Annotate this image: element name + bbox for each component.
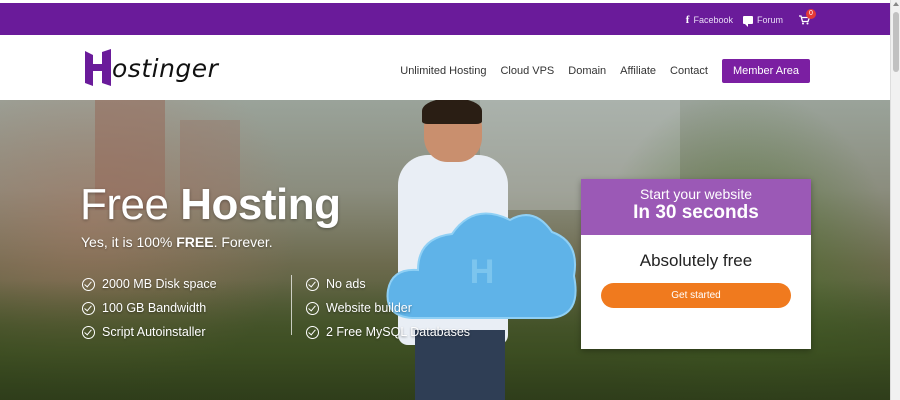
feature-label: No ads xyxy=(326,277,366,291)
signup-card: Start your website In 30 seconds Absolut… xyxy=(581,179,811,349)
feature-label: Script Autoinstaller xyxy=(102,325,206,339)
feature-item: Script Autoinstaller xyxy=(82,320,217,344)
hero-title-light: Free xyxy=(80,180,169,229)
feature-label: 2 Free MySQL Databases xyxy=(326,325,471,339)
facebook-icon: f xyxy=(685,14,690,26)
feature-label: 2000 MB Disk space xyxy=(102,277,217,291)
features-list-left: 2000 MB Disk space 100 GB Bandwidth Scri… xyxy=(82,272,217,344)
logo-text: ostinger xyxy=(112,53,219,83)
page-scrollbar[interactable] xyxy=(890,0,900,400)
feature-item: Website builder xyxy=(306,296,470,320)
nav-contact[interactable]: Contact xyxy=(670,65,708,77)
forum-link[interactable]: Forum xyxy=(742,15,783,27)
absolutely-free-label: Absolutely free xyxy=(639,251,753,270)
signup-card-header: Start your website In 30 seconds xyxy=(581,179,811,235)
hero-subtitle-pre: Yes, it is 100% xyxy=(81,234,177,250)
main-nav: Unlimited Hosting Cloud VPS Domain Affil… xyxy=(400,59,810,83)
features-divider xyxy=(291,275,292,335)
scroll-up-arrow-icon[interactable] xyxy=(893,2,899,6)
cart-button[interactable]: 0 xyxy=(799,9,816,25)
facebook-link[interactable]: f Facebook xyxy=(686,14,733,26)
get-started-button[interactable]: Get started xyxy=(601,283,791,308)
hero-section: H Free Hosting Yes, it is 100% FREE. For… xyxy=(0,100,890,400)
signup-card-line1: Start your website xyxy=(639,186,753,202)
signup-card-line2: In 30 seconds xyxy=(633,202,759,223)
forum-label: Forum xyxy=(756,15,783,25)
hero-subtitle: Yes, it is 100% FREE. Forever. xyxy=(81,234,273,250)
forum-icon xyxy=(742,16,753,27)
check-circle-icon xyxy=(306,301,319,315)
check-circle-icon xyxy=(306,277,319,291)
feature-item: 100 GB Bandwidth xyxy=(82,296,217,320)
check-circle-icon xyxy=(82,277,95,291)
feature-item: No ads xyxy=(306,272,470,296)
feature-item: 2000 MB Disk space xyxy=(82,272,217,296)
hero-title-bold: Hosting xyxy=(180,180,341,229)
nav-unlimited-hosting[interactable]: Unlimited Hosting xyxy=(400,65,486,77)
feature-label: 100 GB Bandwidth xyxy=(102,301,207,315)
check-circle-icon xyxy=(306,325,319,339)
header: ostinger Unlimited Hosting Cloud VPS Dom… xyxy=(0,35,890,100)
hero-subtitle-post: . Forever. xyxy=(213,234,273,250)
logo[interactable]: ostinger xyxy=(84,49,218,87)
nav-domain[interactable]: Domain xyxy=(568,65,606,77)
member-area-button[interactable]: Member Area xyxy=(721,59,810,83)
nav-affiliate[interactable]: Affiliate xyxy=(620,65,656,77)
top-links: f Facebook Forum 0 xyxy=(686,9,816,27)
features-list-right: No ads Website builder 2 Free MySQL Data… xyxy=(306,272,470,344)
cart-count-badge: 0 xyxy=(806,9,816,19)
feature-item: 2 Free MySQL Databases xyxy=(306,320,470,344)
nav-cloud-vps[interactable]: Cloud VPS xyxy=(500,65,554,77)
hero-subtitle-bold: FREE xyxy=(176,234,214,250)
check-circle-icon xyxy=(82,325,95,339)
hero-title: Free Hosting xyxy=(80,180,341,230)
top-bar: f Facebook Forum 0 xyxy=(0,0,890,35)
feature-label: Website builder xyxy=(326,301,412,315)
scroll-thumb[interactable] xyxy=(893,12,899,72)
check-circle-icon xyxy=(82,301,95,315)
svg-text:H: H xyxy=(470,253,495,291)
logo-h-icon xyxy=(85,49,111,86)
facebook-label: Facebook xyxy=(693,15,733,25)
person-hair xyxy=(422,100,482,124)
